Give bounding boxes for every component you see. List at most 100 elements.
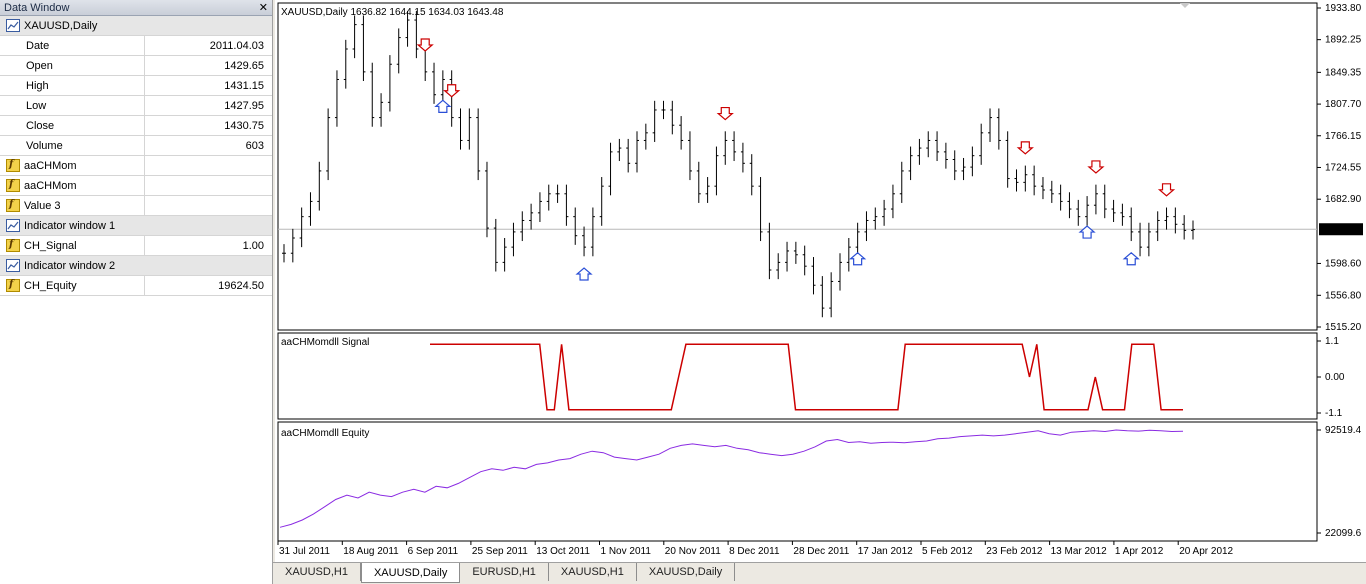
row-name-cell: Volume	[0, 136, 145, 155]
chart-window-icon	[6, 19, 20, 32]
x-tick-label: 13 Mar 2012	[1051, 546, 1108, 557]
row-value: 603	[245, 139, 264, 152]
x-tick-label: 23 Feb 2012	[986, 546, 1043, 557]
row-name-cell: Low	[0, 96, 145, 115]
chart-tab[interactable]: XAUUSD,Daily	[637, 563, 736, 581]
data-window-row: Close 1430.75	[0, 116, 272, 136]
x-tick-label: 17 Jan 2012	[858, 546, 913, 557]
row-label: CH_Signal	[24, 239, 77, 252]
data-window-row: f CH_Signal 1.00	[0, 236, 272, 256]
row-label: Indicator window 2	[24, 259, 116, 272]
indicator-icon: f	[6, 159, 20, 172]
row-name-cell: Date	[0, 36, 145, 55]
row-label: Low	[26, 99, 47, 112]
row-name-cell: f CH_Signal	[0, 236, 145, 255]
x-tick-label: 18 Aug 2011	[343, 546, 399, 557]
data-window-row: Indicator window 1	[0, 216, 272, 236]
indicator-icon: f	[6, 239, 20, 252]
chart-tab[interactable]: XAUUSD,H1	[549, 563, 637, 581]
chart-canvas[interactable]: XAUUSD,Daily 1636.82 1644.15 1634.03 164…	[275, 0, 1366, 562]
row-name-cell: f aaCHMom	[0, 176, 145, 195]
row-name-cell: Indicator window 2	[0, 256, 115, 275]
row-name-cell: f aaCHMom	[0, 156, 145, 175]
data-window-row: f aaCHMom	[0, 176, 272, 196]
signal-panel-title: aaCHMomdll Signal	[281, 337, 369, 348]
data-window-title: Data Window	[4, 1, 70, 14]
row-name-cell: f Value 3	[0, 196, 145, 215]
x-tick-label: 31 Jul 2011	[279, 546, 330, 557]
indicator-icon: f	[6, 199, 20, 212]
signal-tick-label: 1.1	[1325, 336, 1339, 347]
price-tick-label: 1849.35	[1325, 67, 1362, 78]
data-window-row: XAUUSD,Daily	[0, 16, 272, 36]
row-value: 1427.95	[224, 99, 264, 112]
chart-window-icon	[6, 259, 20, 272]
chart-area[interactable]: XAUUSD,Daily 1636.82 1644.15 1634.03 164…	[275, 0, 1366, 562]
chart-tab-bar: XAUUSD,H1 XAUUSD,Daily EURUSD,H1 XAUUSD,H1 X…	[273, 562, 1366, 584]
signal-tick-label: 0.00	[1325, 372, 1345, 383]
chart-tab[interactable]: XAUUSD,Daily	[360, 563, 461, 583]
data-window-row: Low 1427.95	[0, 96, 272, 116]
data-window-row: Date 2011.04.03	[0, 36, 272, 56]
chart-header-text: XAUUSD,Daily 1636.82 1644.15 1634.03 164…	[281, 7, 504, 18]
x-tick-label: 25 Sep 2011	[472, 546, 528, 557]
current-price-label: 1643.48	[1322, 224, 1359, 235]
data-window-row: Volume 603	[0, 136, 272, 156]
equity-panel-title: aaCHMomdll Equity	[281, 428, 369, 439]
x-tick-label: 6 Sep 2011	[408, 546, 459, 557]
row-label: Open	[26, 59, 53, 72]
row-value: 1431.15	[224, 79, 264, 92]
row-label: aaCHMom	[24, 179, 77, 192]
chart-tab[interactable]: XAUUSD,H1	[273, 563, 361, 581]
data-window-row: f aaCHMom	[0, 156, 272, 176]
signal-tick-label: -1.1	[1325, 408, 1343, 419]
price-tick-label: 1515.20	[1325, 322, 1362, 333]
price-tick-label: 1682.90	[1325, 194, 1362, 205]
x-tick-label: 1 Apr 2012	[1115, 546, 1164, 557]
row-value: 1430.75	[224, 119, 264, 132]
price-tick-label: 1556.80	[1325, 290, 1362, 301]
row-label: aaCHMom	[24, 159, 77, 172]
price-tick-label: 1598.60	[1325, 258, 1362, 269]
row-name-cell: Open	[0, 56, 145, 75]
x-tick-label: 20 Nov 2011	[665, 546, 721, 557]
data-window-row: High 1431.15	[0, 76, 272, 96]
indicator-icon: f	[6, 179, 20, 192]
data-window-row: f Value 3	[0, 196, 272, 216]
row-value: 19624.50	[218, 279, 264, 292]
row-label: CH_Equity	[24, 279, 77, 292]
price-tick-label: 1766.15	[1325, 131, 1362, 142]
x-tick-label: 20 Apr 2012	[1179, 546, 1233, 557]
row-name-cell: XAUUSD,Daily	[0, 16, 97, 35]
row-label: Close	[26, 119, 55, 132]
row-label: Volume	[26, 139, 63, 152]
x-tick-label: 5 Feb 2012	[922, 546, 973, 557]
close-icon[interactable]: ✕	[259, 1, 268, 15]
x-tick-label: 1 Nov 2011	[601, 546, 652, 557]
chart-tab[interactable]: EURUSD,H1	[460, 563, 549, 581]
row-name-cell: High	[0, 76, 145, 95]
row-value: 1429.65	[224, 59, 264, 72]
indicator-icon: f	[6, 279, 20, 292]
price-tick-label: 1807.70	[1325, 99, 1362, 110]
row-label: Date	[26, 39, 50, 52]
chart-panel-frame	[277, 2, 1318, 331]
row-value: 2011.04.03	[209, 39, 264, 52]
row-label: Indicator window 1	[24, 219, 116, 232]
row-name-cell: f CH_Equity	[0, 276, 145, 295]
row-name-cell: Indicator window 1	[0, 216, 115, 235]
row-label: Value 3	[24, 199, 61, 212]
price-tick-label: 1892.25	[1325, 35, 1362, 46]
price-tick-label: 1933.80	[1325, 3, 1362, 14]
data-window-titlebar: Data Window ✕	[0, 0, 272, 16]
row-label: XAUUSD,Daily	[24, 19, 98, 32]
equity-tick-label: 92519.4	[1325, 425, 1362, 436]
data-window-row: Indicator window 2	[0, 256, 272, 276]
price-tick-label: 1724.55	[1325, 162, 1362, 173]
data-window-row: f CH_Equity 19624.50	[0, 276, 272, 296]
data-window-rows: XAUUSD,Daily Date 2011.04.03 Open 1429.65 Hig…	[0, 16, 272, 296]
row-name-cell: Close	[0, 116, 145, 135]
x-tick-label: 8 Dec 2011	[729, 546, 780, 557]
data-window-panel: Data Window ✕ XAUUSD,Daily Date 2011.04.03…	[0, 0, 273, 584]
chart-window-icon	[6, 219, 20, 232]
